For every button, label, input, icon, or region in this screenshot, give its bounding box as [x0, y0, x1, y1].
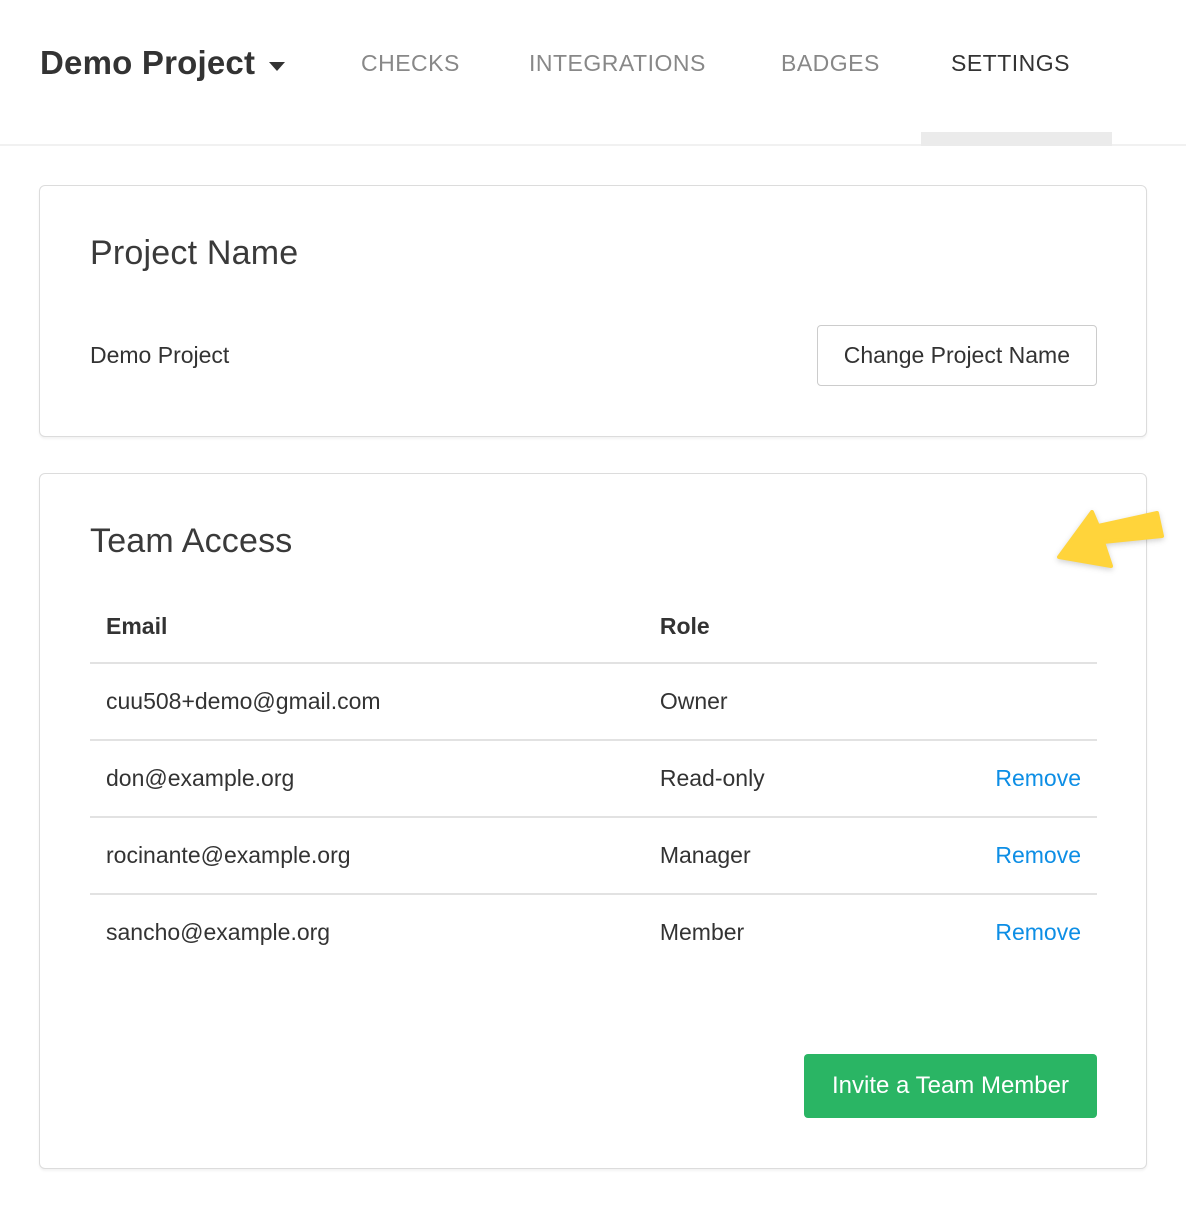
change-project-name-button[interactable]: Change Project Name	[817, 325, 1097, 386]
column-header-email: Email	[90, 611, 644, 663]
invite-team-member-button[interactable]: Invite a Team Member	[804, 1054, 1097, 1118]
member-role: Read-only	[644, 740, 946, 817]
member-email: cuu508+demo@gmail.com	[90, 663, 644, 740]
table-row: cuu508+demo@gmail.com Owner	[90, 663, 1097, 740]
tab-badges[interactable]: BADGES	[781, 50, 880, 77]
project-switcher-dropdown[interactable]: Demo Project	[40, 44, 285, 82]
remove-member-link[interactable]: Remove	[995, 919, 1081, 945]
tab-settings[interactable]: SETTINGS	[951, 50, 1070, 77]
member-action-empty	[946, 663, 1097, 740]
tab-checks[interactable]: CHECKS	[361, 50, 460, 77]
member-role: Member	[644, 894, 946, 970]
project-name-card-title: Project Name	[90, 234, 1097, 273]
active-tab-indicator	[921, 132, 1112, 146]
column-header-action	[946, 611, 1097, 663]
top-navigation-bar: Demo Project CHECKS INTEGRATIONS BADGES …	[0, 0, 1186, 146]
remove-member-link[interactable]: Remove	[995, 765, 1081, 791]
remove-member-link[interactable]: Remove	[995, 842, 1081, 868]
team-access-card-title: Team Access	[90, 522, 1097, 561]
chevron-down-icon	[269, 62, 285, 71]
table-header-row: Email Role	[90, 611, 1097, 663]
project-name-row: Demo Project Change Project Name	[90, 325, 1097, 386]
table-row: sancho@example.org Member Remove	[90, 894, 1097, 970]
invite-button-row: Invite a Team Member	[90, 1054, 1097, 1118]
member-email: don@example.org	[90, 740, 644, 817]
tab-integrations[interactable]: INTEGRATIONS	[529, 50, 706, 77]
member-role: Owner	[644, 663, 946, 740]
settings-page-content: Project Name Demo Project Change Project…	[0, 146, 1186, 1169]
member-email: rocinante@example.org	[90, 817, 644, 894]
project-title: Demo Project	[40, 44, 255, 82]
table-row: don@example.org Read-only Remove	[90, 740, 1097, 817]
team-access-card: Team Access Email Role cuu508+demo@gmail…	[39, 473, 1147, 1169]
member-email: sancho@example.org	[90, 894, 644, 970]
column-header-role: Role	[644, 611, 946, 663]
table-row: rocinante@example.org Manager Remove	[90, 817, 1097, 894]
team-members-table: Email Role cuu508+demo@gmail.com Owner d…	[90, 611, 1097, 970]
project-name-card: Project Name Demo Project Change Project…	[39, 185, 1147, 437]
current-project-name: Demo Project	[90, 342, 229, 369]
member-role: Manager	[644, 817, 946, 894]
